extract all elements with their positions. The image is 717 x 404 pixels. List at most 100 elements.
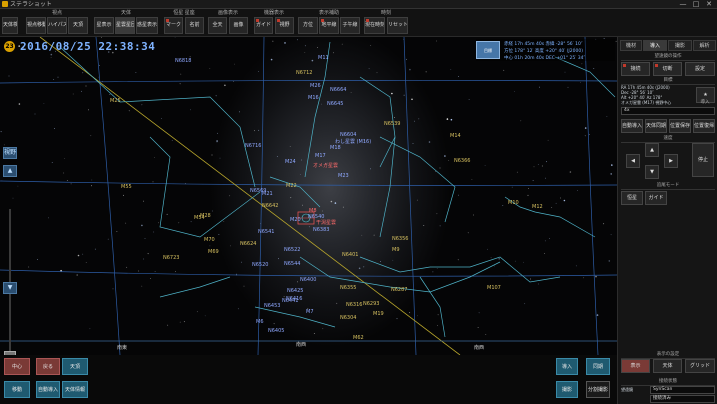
sky-object-label[interactable]: N6541	[258, 229, 274, 235]
toolbar-button[interactable]: 視点移動	[26, 17, 46, 34]
minimize-button[interactable]: —	[677, 0, 689, 9]
speed-select[interactable]: 4x	[621, 107, 715, 115]
sky-object-label[interactable]: M11	[318, 55, 329, 61]
move-down-button[interactable]: ▼	[645, 165, 659, 179]
toolbar-button[interactable]: 方位	[298, 17, 318, 34]
sky-object-label[interactable]: N6716	[245, 143, 261, 149]
sky-object-label[interactable]: N6520	[252, 262, 268, 268]
sky-object-label[interactable]: M55	[121, 184, 132, 190]
connect-button[interactable]: 接続	[621, 62, 650, 76]
target-thumbnail[interactable]: 目標	[476, 41, 500, 59]
sky-view[interactable]: 23 2016/08/25 22:38:34 目標 赤経 17h 45m 40s…	[0, 37, 617, 355]
sky-object-label[interactable]: M25	[110, 98, 121, 104]
toolbar-button[interactable]: 現在時刻	[364, 17, 385, 34]
sky-object-label[interactable]: N6416	[286, 296, 302, 302]
toolbar-object-search-button[interactable]: 天体検索	[2, 17, 18, 34]
objects-toggle[interactable]: 天体	[653, 359, 682, 373]
field-of-view-button[interactable]: 視野	[3, 147, 17, 159]
toolbar-button[interactable]: ハイパス	[47, 17, 67, 34]
maximize-button[interactable]: □	[690, 0, 702, 9]
split-capture-button[interactable]: 分割撮影	[586, 381, 610, 398]
toolbar-button[interactable]: 画像	[229, 17, 248, 34]
toolbar-button[interactable]: 全天	[208, 17, 227, 34]
sky-object-label[interactable]: N6453	[264, 303, 280, 309]
sky-object-label[interactable]: N6723	[163, 255, 179, 261]
tab-goto[interactable]: 導入	[643, 40, 667, 51]
stop-button[interactable]: 停止	[692, 143, 714, 177]
sky-object-label[interactable]: N6540	[308, 214, 324, 220]
back-button[interactable]: 戻る	[36, 358, 60, 375]
toolbar-button[interactable]: リセット	[387, 17, 408, 34]
guide-tracking-button[interactable]: ガイド	[645, 191, 667, 205]
zenith-button[interactable]: 天頂	[62, 358, 88, 375]
sky-object-label[interactable]: M16	[308, 95, 319, 101]
object-info-button[interactable]: 天体情報	[62, 381, 88, 398]
auto-goto-button[interactable]: 自動導入	[36, 381, 60, 398]
move-right-button[interactable]: ▶	[664, 154, 678, 168]
sky-object-label[interactable]: 干潟星雲	[316, 220, 336, 226]
move-button[interactable]: 移動	[4, 381, 30, 398]
toolbar-button[interactable]: 視野	[275, 17, 294, 34]
sky-object-label[interactable]: M54	[194, 215, 205, 221]
sky-object-label[interactable]: M6	[256, 319, 264, 325]
sky-object-label[interactable]: M24	[285, 159, 296, 165]
toolbar-button[interactable]: 天頂	[68, 17, 88, 34]
sky-object-label[interactable]: M18	[330, 145, 341, 151]
restore-position-button[interactable]: 位置復帰	[693, 119, 715, 133]
sky-object-label[interactable]: N6425	[287, 288, 303, 294]
toolbar-button[interactable]: 惑星表示	[136, 17, 158, 34]
sky-object-label[interactable]: M12	[532, 204, 543, 210]
sky-object-label[interactable]: N6293	[363, 301, 379, 307]
toolbar-button[interactable]: 星表示	[94, 17, 114, 34]
sky-object-label[interactable]: N6624	[240, 241, 256, 247]
toolbar-button[interactable]: 名前	[185, 17, 204, 34]
sky-object-label[interactable]: N6366	[454, 158, 470, 164]
object-sync-button[interactable]: 天体同期	[645, 119, 667, 133]
goto-button[interactable]: 導入	[556, 358, 578, 375]
sky-object-label[interactable]: N6539	[384, 121, 400, 127]
move-left-button[interactable]: ◀	[626, 154, 640, 168]
sky-object-label[interactable]: N6304	[340, 315, 356, 321]
toolbar-button[interactable]: マーク	[164, 17, 183, 34]
sky-object-label[interactable]: M7	[306, 309, 314, 315]
save-position-button[interactable]: 位置保存	[669, 119, 691, 133]
sky-object-label[interactable]: N6712	[296, 70, 312, 76]
close-button[interactable]: ✕	[703, 0, 715, 9]
auto-goto-button[interactable]: 自動導入	[621, 119, 643, 133]
tab-capture[interactable]: 撮影	[668, 40, 692, 51]
sky-object-label[interactable]: M69	[208, 249, 219, 255]
zoom-in-button[interactable]: ▲	[3, 165, 17, 177]
disconnect-button[interactable]: 切断	[653, 62, 682, 76]
sky-object-label[interactable]: N6544	[284, 261, 300, 267]
toolbar-button[interactable]: 子午線	[340, 17, 360, 34]
sky-object-label[interactable]: N6287	[391, 287, 407, 293]
sky-object-label[interactable]: オメガ星雲	[313, 163, 338, 169]
sky-object-label[interactable]: M21	[262, 191, 273, 197]
toolbar-button[interactable]: 星雲星団	[115, 17, 135, 34]
tab-analysis[interactable]: 解析	[693, 40, 716, 51]
sky-object-label[interactable]: N6400	[300, 277, 316, 283]
sky-object-label[interactable]: M9	[392, 247, 400, 253]
sky-object-label[interactable]: M19	[373, 311, 384, 317]
sky-object-label[interactable]: N6818	[175, 58, 191, 64]
grid-toggle[interactable]: グリッド	[685, 359, 715, 373]
sky-object-label[interactable]: N6383	[313, 227, 329, 233]
sky-object-label[interactable]: M10	[508, 200, 519, 206]
sync-button[interactable]: 同期	[586, 358, 610, 375]
sky-object-label[interactable]: N6604	[340, 132, 356, 138]
sky-object-label[interactable]: N6645	[327, 101, 343, 107]
sky-object-label[interactable]: M107	[487, 285, 501, 291]
sky-object-label[interactable]: M22	[286, 183, 297, 189]
sky-object-label[interactable]: N6316	[346, 302, 362, 308]
toolbar-button[interactable]: ガイド	[254, 17, 273, 34]
capture-button[interactable]: 撮影	[556, 381, 578, 398]
sky-object-label[interactable]: M17	[315, 153, 326, 159]
tab-equipment[interactable]: 機材	[620, 40, 642, 51]
sky-object-label[interactable]: N6356	[392, 236, 408, 242]
sky-object-label[interactable]: M14	[450, 133, 461, 139]
sky-object-label[interactable]: N6401	[342, 252, 358, 258]
sky-object-label[interactable]: M23	[338, 173, 349, 179]
sky-object-label[interactable]: M26	[310, 83, 321, 89]
move-up-button[interactable]: ▲	[645, 143, 659, 157]
sky-object-label[interactable]: M20	[290, 217, 301, 223]
